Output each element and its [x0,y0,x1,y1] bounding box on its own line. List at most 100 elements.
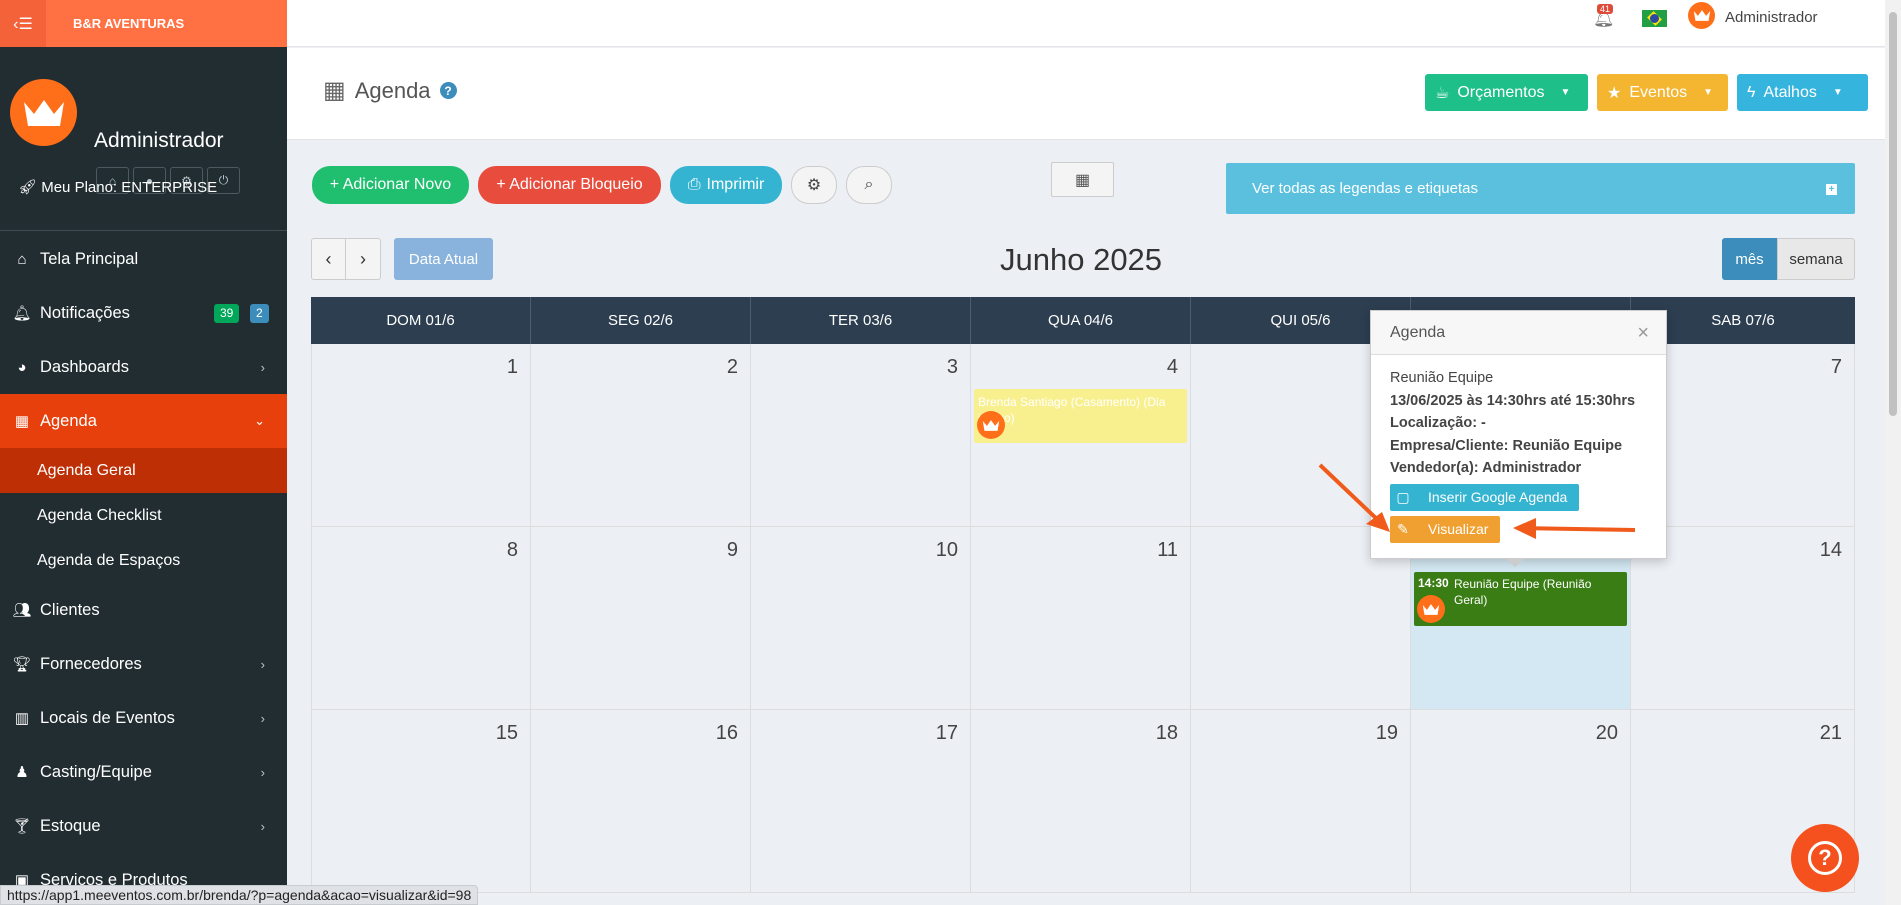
search-button[interactable]: ⌕ [846,166,892,204]
day-number: 2 [726,356,738,378]
brand-name: B&R AVENTURAS [73,16,185,31]
calendar-day[interactable]: 16 [531,710,751,892]
chevron-right-icon: › [260,764,265,780]
home-icon: ⌂ [17,250,27,268]
calendar-day[interactable]: 4 Brenda Santiago (Casamento) (Dia intei… [971,344,1191,526]
print-button[interactable]: ⎙ Imprimir [670,166,782,204]
page-title: ▦ Agenda ? [323,76,457,105]
help-chat-button[interactable]: ? [1791,824,1859,892]
legend-toggle[interactable]: Ver todas as legendas e etiquetas + [1226,163,1855,214]
sidebar-item-locais[interactable]: ▥ Locais de Eventos › [0,691,287,745]
sidebar-subitem-agenda-geral[interactable]: Agenda Geral [0,448,287,493]
user-panel: Administrador ⌂ ● ⚙ ⏻ [0,47,287,231]
caret-down-icon: ▼ [1703,87,1714,98]
calendar-day[interactable]: 20 [1411,710,1631,892]
caret-down-icon: ▼ [1560,87,1571,98]
sidebar-item-tela-principal[interactable]: ⌂ Tela Principal [0,232,287,286]
calendar-day[interactable]: 17 [751,710,971,892]
chevron-left-icon: ‹ [325,248,332,269]
notifications-count-badge: 41 [1597,4,1614,14]
page-scrollbar[interactable] [1885,0,1901,905]
atalhos-dropdown-button[interactable]: ϟ Atalhos ▼ [1737,74,1868,111]
chevron-right-icon: › [260,359,265,375]
sidebar-subitem-agenda-checklist[interactable]: Agenda Checklist [0,493,287,538]
calendar-day[interactable]: 2 [531,344,751,526]
orcamentos-dropdown-button[interactable]: ☕︎ Orçamentos ▼ [1425,74,1588,111]
user-menu[interactable]: Administrador [1725,9,1818,26]
day-number: 10 [935,539,958,561]
bolt-icon: ϟ [1747,83,1756,101]
calendar-day[interactable]: 10 [751,527,971,709]
divider [0,230,287,231]
prev-month-button[interactable]: ‹ [312,239,347,279]
day-header: DOM 01/6 [311,297,531,344]
calendar-day[interactable]: 15 [312,710,531,892]
calendar-event[interactable]: Brenda Santiago (Casamento) (Dia inteiro… [974,389,1187,443]
nav-arrows: ‹ › [311,238,381,280]
calendar-day[interactable]: 1 [312,344,531,526]
sidebar-item-clientes[interactable]: 👥︎ Clientes [0,583,287,637]
bell-icon: 🔔︎ [12,305,32,322]
sidebar-item-label: Dashboards [40,357,129,376]
today-button[interactable]: Data Atual [394,238,493,280]
close-icon[interactable]: × [1637,322,1649,345]
day-number: 4 [1166,356,1178,378]
sidebar-item-fornecedores[interactable]: 🏆︎ Fornecedores › [0,637,287,691]
notifications-badge-secondary: 2 [250,304,269,323]
event-location: Localização: - [1390,415,1486,431]
brazil-flag-icon[interactable] [1642,10,1667,27]
sidebar-subitem-agenda-espacos[interactable]: Agenda de Espaços [0,538,287,583]
day-number: 20 [1595,722,1618,744]
popover-header: Agenda × [1371,311,1666,355]
sidebar: ‹☰ B&R AVENTURAS Administrador ⌂ ● ⚙ ⏻ 🚀… [0,0,287,905]
event-title: Brenda Santiago (Casamento) (Dia inteiro… [978,395,1166,425]
crown-icon [982,419,1000,431]
content-header: ▦ Agenda ? ☕︎ Orçamentos ▼ ★ Eventos ▼ ϟ Atal… [287,48,1901,140]
next-month-button[interactable]: › [346,239,380,279]
eventos-label: Eventos [1629,83,1688,101]
day-number: 16 [715,722,738,744]
sidebar-toggle-button[interactable]: ‹☰ [0,0,46,47]
day-number: 7 [1830,356,1842,378]
add-block-button[interactable]: + Adicionar Bloqueio [478,166,661,204]
date-picker-button[interactable]: ▦ [1051,162,1114,197]
dashboard-icon: ◕ [17,358,27,376]
sidebar-item-estoque[interactable]: 🍸︎ Estoque › [0,799,287,853]
calendar-day[interactable]: 8 [312,527,531,709]
calendar-day[interactable]: 11 [971,527,1191,709]
day-number: 18 [1155,722,1178,744]
avatar[interactable] [1688,2,1715,29]
eventos-dropdown-button[interactable]: ★ Eventos ▼ [1597,74,1728,111]
chevron-right-icon: › [260,710,265,726]
star-icon: ★ [1607,84,1622,102]
calendar-event[interactable]: 14:30 Reunião Equipe (Reunião Geral) [1414,572,1627,626]
popover-arrow [1505,558,1525,567]
sidebar-item-casting[interactable]: ♟ Casting/Equipe › [0,745,287,799]
week-view-button[interactable]: semana [1777,238,1855,280]
day-number: 9 [726,539,738,561]
sidebar-item-agenda[interactable]: ▦ Agenda ⌄ [0,394,287,448]
calendar-day[interactable]: 18 [971,710,1191,892]
person-icon: ♟ [15,764,29,781]
calendar-icon: ▦ [14,413,30,430]
calendar-day[interactable]: 9 [531,527,751,709]
sidebar-item-dashboards[interactable]: ◕ Dashboards › [0,340,287,394]
coffee-icon: ☕︎ [1435,84,1450,102]
help-icon[interactable]: ? [439,82,457,99]
top-navbar: 🔔︎ 41 Administrador [287,0,1901,47]
calendar-day[interactable]: 3 [751,344,971,526]
sidebar-item-notificacoes[interactable]: 🔔︎ Notificações 39 2 [0,286,287,340]
settings-button[interactable]: ⚙ [791,166,837,204]
popover-title: Agenda [1390,323,1446,341]
add-new-button[interactable]: + Adicionar Novo [312,166,469,204]
calendar-icon: ▦ [323,77,346,104]
plan-text: Meu Plano: ENTERPRISE [41,179,218,196]
calendar-day[interactable]: 19 [1191,710,1411,892]
gear-icon: ⚙ [806,177,822,194]
avatar [1417,595,1445,623]
month-view-button[interactable]: mês [1722,238,1777,280]
crown-icon [1693,10,1710,21]
plan-label: 🚀︎ Meu Plano: ENTERPRISE [18,178,217,196]
day-number: 3 [946,356,958,378]
menu-icon: ‹☰ [13,15,33,33]
